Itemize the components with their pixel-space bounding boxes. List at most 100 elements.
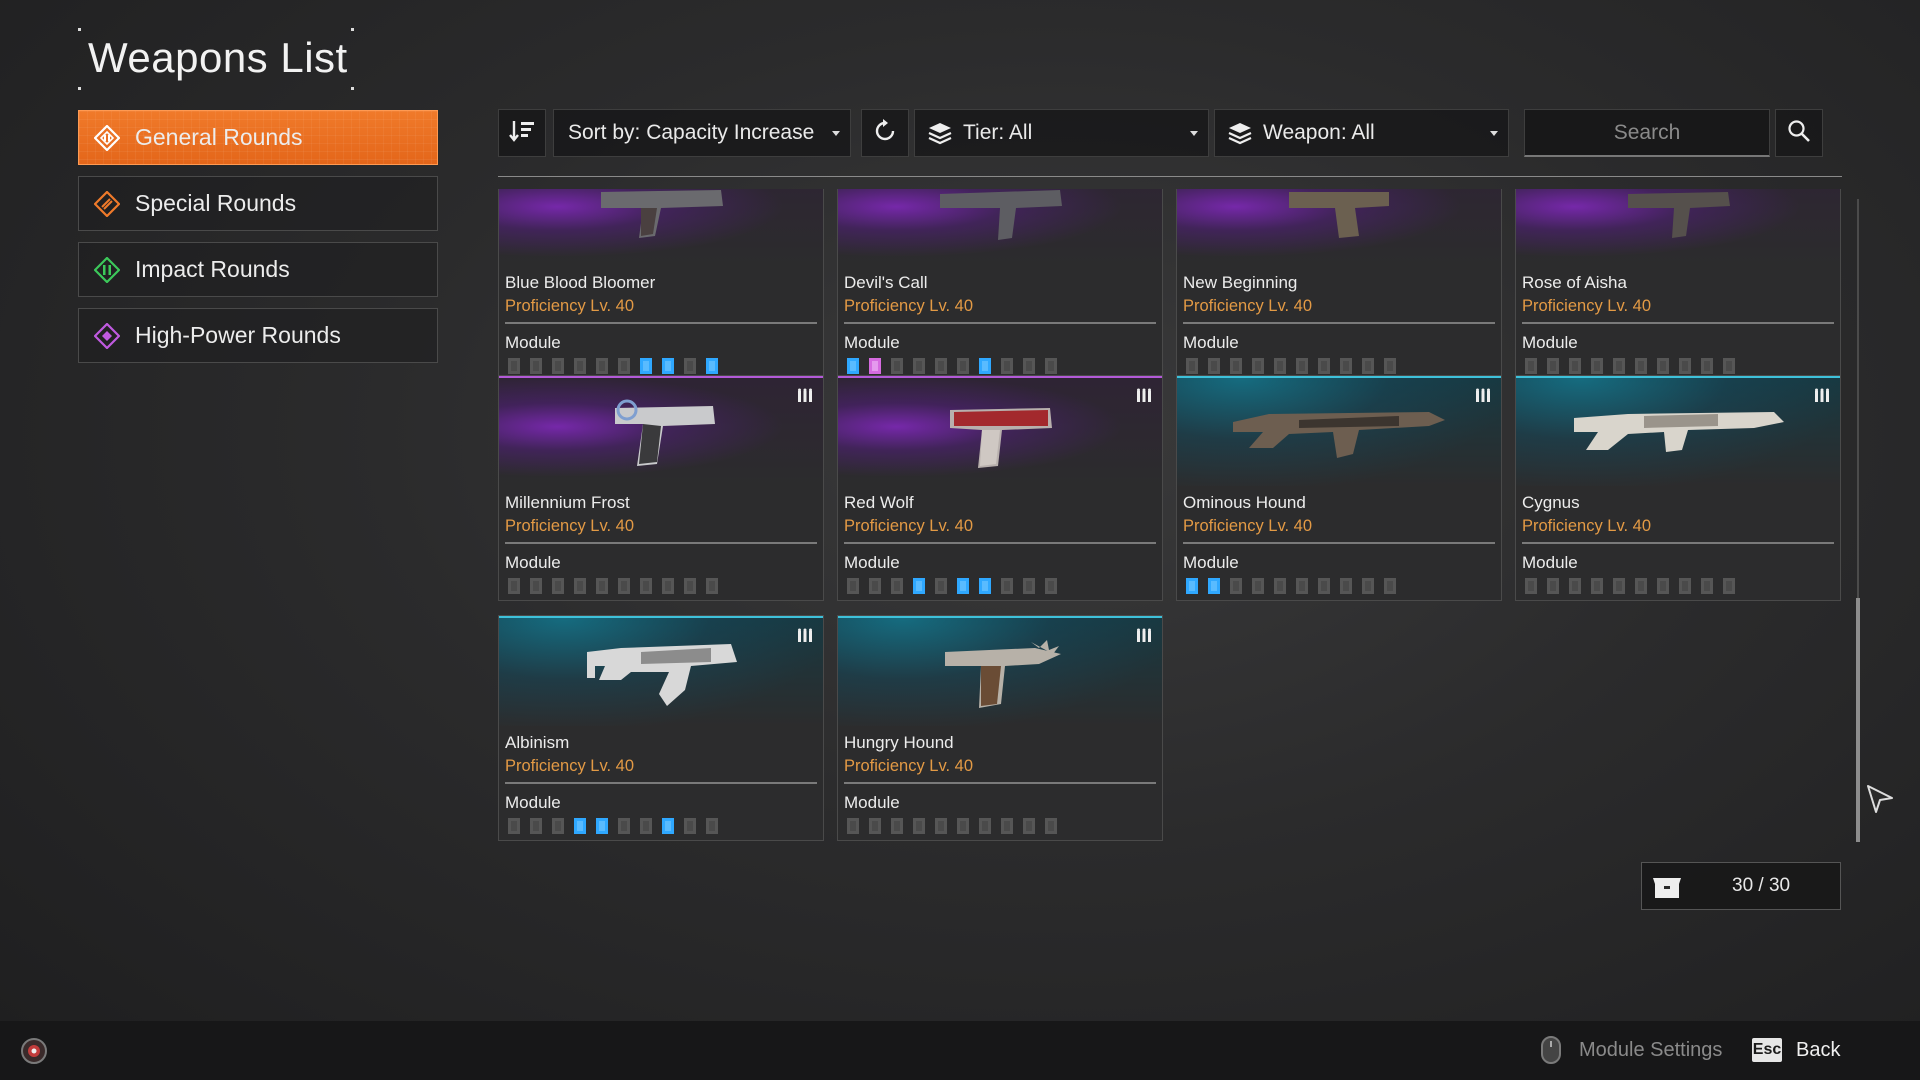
weapon-proficiency: Proficiency Lv. 40 xyxy=(505,517,635,535)
category-impact-rounds[interactable]: Impact Rounds xyxy=(78,242,438,297)
card-divider xyxy=(1183,322,1495,324)
weapon-card[interactable]: Albinism Proficiency Lv. 40 Module xyxy=(498,615,824,841)
module-slots xyxy=(847,578,1057,594)
module-slot-empty xyxy=(1525,358,1537,374)
reset-filters-button[interactable] xyxy=(861,109,909,157)
module-slots xyxy=(847,818,1057,834)
weapon-card[interactable]: Devil's Call Proficiency Lv. 40 Module xyxy=(837,189,1163,381)
scrollbar-thumb[interactable] xyxy=(1856,598,1860,842)
module-settings-label[interactable]: Module Settings xyxy=(1579,1039,1722,1062)
search-input[interactable] xyxy=(1524,109,1770,157)
card-divider xyxy=(1183,542,1495,544)
module-slot-empty xyxy=(1613,578,1625,594)
module-slot-empty xyxy=(1045,358,1057,374)
module-slot-empty xyxy=(1001,578,1013,594)
module-label: Module xyxy=(1522,333,1578,352)
weapon-card[interactable]: New Beginning Proficiency Lv. 40 Module xyxy=(1176,189,1502,381)
module-slots xyxy=(508,818,718,834)
card-divider xyxy=(844,322,1156,324)
sort-dropdown[interactable]: Sort by: Capacity Increase xyxy=(553,109,851,157)
module-label: Module xyxy=(505,553,561,572)
weapon-image xyxy=(1289,192,1389,238)
module-slot-empty xyxy=(1023,358,1035,374)
module-slot-empty xyxy=(640,578,652,594)
category-high-power-rounds[interactable]: High-Power Rounds xyxy=(78,308,438,363)
weapon-grid[interactable]: Blue Blood Bloomer Proficiency Lv. 40 Mo… xyxy=(498,189,1844,847)
module-slot-empty xyxy=(869,578,881,594)
weapon-card[interactable]: Rose of Aisha Proficiency Lv. 40 Module xyxy=(1515,189,1841,381)
card-divider xyxy=(844,782,1156,784)
module-slot-equipped xyxy=(640,358,652,374)
module-slot-empty xyxy=(1701,578,1713,594)
module-slot-empty xyxy=(530,818,542,834)
module-slot-empty xyxy=(1701,358,1713,374)
module-slot-empty xyxy=(935,358,947,374)
weapon-image xyxy=(587,644,737,706)
module-slot-empty xyxy=(1296,578,1308,594)
module-slot-empty xyxy=(1274,358,1286,374)
weapon-card[interactable]: Hungry Hound Proficiency Lv. 40 Module xyxy=(837,615,1163,841)
weapon-name: Hungry Hound xyxy=(844,733,954,752)
search-button[interactable] xyxy=(1775,109,1823,157)
frame-dot xyxy=(78,28,81,31)
category-special-rounds[interactable]: Special Rounds xyxy=(78,176,438,231)
module-slot-empty xyxy=(552,818,564,834)
chevron-down-icon xyxy=(1490,131,1498,136)
module-slot-empty xyxy=(574,578,586,594)
weapon-proficiency: Proficiency Lv. 40 xyxy=(505,757,635,775)
weapon-image xyxy=(940,190,1062,240)
layers-icon xyxy=(927,121,953,145)
inventory-capacity: 30 / 30 xyxy=(1641,862,1841,910)
layers-icon xyxy=(1227,121,1253,145)
tier-dropdown[interactable]: Tier: All xyxy=(914,109,1209,157)
weapon-card[interactable]: Cygnus Proficiency Lv. 40 Module xyxy=(1515,375,1841,601)
weapon-proficiency: Proficiency Lv. 40 xyxy=(505,297,635,315)
weapon-label: Weapon: All xyxy=(1263,121,1375,144)
module-slot-empty xyxy=(1045,818,1057,834)
category-label: Impact Rounds xyxy=(135,256,290,282)
module-slot-empty xyxy=(1657,358,1669,374)
module-label: Module xyxy=(844,793,900,812)
weapon-dropdown[interactable]: Weapon: All xyxy=(1214,109,1509,157)
module-slot-empty xyxy=(1318,358,1330,374)
esc-key-icon[interactable]: Esc xyxy=(1752,1038,1782,1062)
module-slot-empty xyxy=(1045,578,1057,594)
footer-bar: Module Settings Esc Back xyxy=(0,1021,1920,1080)
weapon-card[interactable]: Ominous Hound Proficiency Lv. 40 Module xyxy=(1176,375,1502,601)
module-slot-empty xyxy=(1569,578,1581,594)
module-slot-empty xyxy=(684,358,696,374)
module-slot-equipped xyxy=(596,818,608,834)
card-divider xyxy=(1522,322,1834,324)
high-power-rounds-icon xyxy=(94,322,120,349)
module-slot-empty xyxy=(1340,358,1352,374)
module-slot-equipped xyxy=(913,578,925,594)
toolbar-divider xyxy=(498,176,1842,177)
category-general-rounds[interactable]: General Rounds xyxy=(78,110,438,165)
sort-order-button[interactable] xyxy=(498,109,546,157)
back-button[interactable]: Back xyxy=(1796,1039,1840,1062)
module-slot-empty xyxy=(1591,578,1603,594)
weapon-proficiency: Proficiency Lv. 40 xyxy=(844,757,974,775)
module-slot-empty xyxy=(684,818,696,834)
module-label: Module xyxy=(1522,553,1578,572)
module-slot-empty xyxy=(1001,358,1013,374)
ammo-stack-icon xyxy=(797,628,813,647)
frame-dot xyxy=(351,87,354,90)
module-slot-equipped xyxy=(662,358,674,374)
module-slot-equipped xyxy=(979,578,991,594)
sort-label: Sort by: Capacity Increase xyxy=(568,121,815,144)
game-logo-icon xyxy=(20,1037,48,1070)
module-slot-empty xyxy=(1384,578,1396,594)
card-divider xyxy=(1522,542,1834,544)
weapon-proficiency: Proficiency Lv. 40 xyxy=(1183,517,1313,535)
module-slot-empty xyxy=(508,818,520,834)
weapon-card[interactable]: Red Wolf Proficiency Lv. 40 Module xyxy=(837,375,1163,601)
weapon-card[interactable]: Blue Blood Bloomer Proficiency Lv. 40 Mo… xyxy=(498,189,824,381)
module-slot-empty xyxy=(1635,578,1647,594)
weapon-card[interactable]: Millennium Frost Proficiency Lv. 40 Modu… xyxy=(498,375,824,601)
module-slots xyxy=(1525,358,1735,374)
module-slot-empty xyxy=(1296,358,1308,374)
module-label: Module xyxy=(1183,333,1239,352)
module-slot-empty xyxy=(552,358,564,374)
module-slot-empty xyxy=(1186,358,1198,374)
